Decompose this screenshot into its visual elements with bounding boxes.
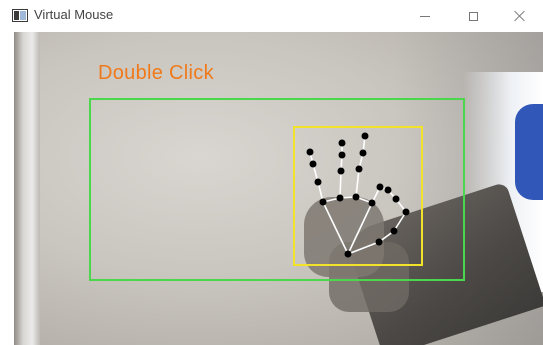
landmark-point (384, 186, 392, 194)
landmark-point (338, 151, 346, 159)
landmark-point (359, 149, 367, 157)
landmark-point (337, 167, 345, 175)
landmark-point (355, 165, 363, 173)
close-button[interactable] (497, 0, 543, 32)
virtual-mouse-window: Virtual Mouse Double Click (0, 0, 543, 345)
minimize-icon (420, 15, 430, 17)
landmark-point (352, 193, 360, 201)
landmark-point (314, 178, 322, 186)
camera-feed: Double Click (14, 32, 543, 345)
landmark-point (392, 195, 400, 203)
connection (339, 170, 342, 199)
landmark-point (306, 148, 314, 156)
connection (322, 201, 349, 255)
app-window-icon (12, 9, 28, 22)
landmark-point (402, 208, 410, 216)
landmark-point (309, 160, 317, 168)
landmark-point (336, 194, 344, 202)
minimize-button[interactable] (402, 0, 448, 32)
maximize-icon (468, 11, 478, 21)
maximize-button[interactable] (450, 0, 496, 32)
title-bar[interactable]: Virtual Mouse (0, 0, 543, 32)
landmark-point (375, 238, 383, 246)
landmark-point (368, 199, 376, 207)
close-icon (514, 10, 526, 22)
landmark-point (390, 227, 398, 235)
hand-landmarks (306, 132, 410, 258)
landmark-point (376, 183, 384, 191)
landmark-point (319, 198, 327, 206)
landmark-point (361, 132, 369, 140)
landmark-point (344, 250, 352, 258)
connection (355, 168, 360, 198)
landmark-point (338, 139, 346, 147)
window-title: Virtual Mouse (34, 7, 114, 22)
